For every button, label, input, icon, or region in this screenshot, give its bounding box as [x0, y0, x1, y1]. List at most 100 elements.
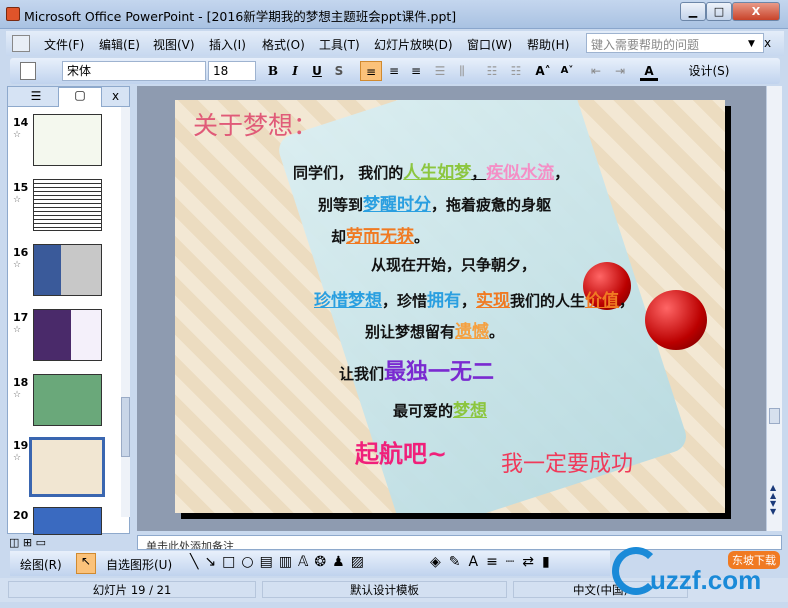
pane-tabs: ☰ ▢ x	[8, 87, 129, 107]
menu-slideshow[interactable]: 幻灯片放映(D)	[374, 36, 453, 53]
text-run: 从现在开始，只争朝夕，	[371, 256, 537, 274]
text-run: 疾似水流	[486, 163, 555, 183]
text-run: 我们的人生	[510, 292, 586, 310]
slide-title: 关于梦想：	[193, 111, 319, 140]
slide-thumb-15[interactable]: 15 ☆	[8, 179, 120, 241]
select-pointer-button[interactable]: ↖	[76, 553, 96, 574]
text-run: ，拖着疲惫的身躯	[431, 196, 552, 214]
menu-window[interactable]: 窗口(W)	[467, 36, 512, 53]
slide-text-line: 从现在开始，只争朝夕，	[371, 254, 536, 275]
close-button[interactable]: X	[732, 2, 780, 21]
draw-menu-button[interactable]: 绘图(R)	[20, 556, 62, 573]
decrease-indent-icon[interactable]: ⇤	[586, 61, 606, 81]
help-search-input[interactable]: 键入需要帮助的问题	[586, 33, 764, 53]
text-run: ，	[619, 292, 635, 310]
slide-text-line: 却劳而无获。	[331, 222, 429, 247]
slide-thumb-17[interactable]: 17 ☆	[8, 309, 120, 371]
text-run: ，珍惜	[382, 292, 428, 310]
text-run: 别让梦想留有	[365, 323, 456, 341]
text-run: ，	[461, 292, 477, 310]
drawing-toolbar: 绘图(R) ↖ 自选图形(U) ╲↘□○▤▥𝔸❂♟▨ ◈✎A≡┈⇄▮	[10, 551, 610, 576]
minimize-button[interactable]: ▁	[680, 2, 706, 21]
slide-thumb-18[interactable]: 18 ☆	[8, 374, 120, 436]
slides-pane-scrollbar[interactable]	[121, 107, 130, 517]
close-document-button[interactable]: x	[764, 36, 771, 50]
menu-edit[interactable]: 编辑(E)	[99, 36, 140, 53]
slide-canvas[interactable]: 关于梦想： 同学们， 我们的人生如梦，疾似水流， 别等到梦醒时分，拖着疲惫的身躯却…	[175, 100, 725, 513]
autoshapes-button[interactable]: 自选图形(U)	[106, 556, 172, 573]
text-run: 梦想	[453, 401, 488, 421]
text-run: 拥有	[427, 291, 462, 311]
design-button[interactable]: 设计(S)	[678, 61, 740, 81]
shadow-button[interactable]: S	[330, 61, 348, 81]
pane-close-button[interactable]: x	[112, 89, 119, 103]
menu-format[interactable]: 格式(O)	[262, 36, 305, 53]
title-bar: Microsoft Office PowerPoint - [2016新学期我的…	[0, 0, 788, 29]
menu-insert[interactable]: 插入(I)	[209, 36, 246, 53]
design-template: 默认设计模板	[262, 581, 507, 598]
font-select[interactable]: 宋体	[62, 61, 206, 81]
slide-text-line: 让我们最独一无二	[339, 354, 494, 386]
align-center-button[interactable]: ≡	[384, 61, 404, 81]
animation-star-icon: ☆	[13, 453, 22, 463]
tab-outline[interactable]: ☰	[16, 89, 56, 103]
text-run: 。	[489, 323, 505, 341]
text-run: 梦醒时分	[363, 195, 432, 215]
menu-tools[interactable]: 工具(T)	[319, 36, 360, 53]
new-document-icon[interactable]	[20, 62, 36, 80]
prev-next-slide-buttons[interactable]: ▲ ▲ ▼ ▼	[770, 484, 776, 516]
text-run: 劳而无获	[346, 227, 415, 247]
animation-star-icon: ☆	[13, 195, 22, 205]
grow-font-button[interactable]: A˄	[532, 61, 554, 81]
help-dropdown-icon[interactable]: ▼	[748, 39, 755, 49]
animation-star-icon: ☆	[13, 390, 22, 400]
bold-button[interactable]: B	[264, 61, 282, 81]
menu-view[interactable]: 视图(V)	[153, 36, 195, 53]
slide-thumb-14[interactable]: 14 ☆	[8, 114, 120, 176]
text-run: 同学们， 我们的	[293, 164, 404, 182]
text-run: 遗憾	[455, 322, 490, 342]
tab-slides[interactable]: ▢	[58, 87, 102, 107]
menu-help[interactable]: 帮助(H)	[527, 36, 569, 53]
uzzf-watermark-logo: uzzf.com 东坡下载	[610, 545, 785, 597]
align-left-button[interactable]: ≡	[360, 61, 382, 81]
text-run: 。	[414, 228, 430, 246]
distribute-icon[interactable]: ☰	[430, 61, 450, 81]
text-run: ，	[554, 164, 570, 182]
text-run: ，	[471, 164, 487, 182]
slide-scrollbar[interactable]: ▲ ▲ ▼ ▼	[766, 86, 782, 531]
italic-button[interactable]: I	[286, 61, 304, 81]
maximize-button[interactable]: □	[706, 2, 732, 21]
slide-text-line: 珍惜梦想，珍惜拥有，实现我们的人生价值，	[314, 286, 634, 311]
text-run: 最独一无二	[384, 360, 495, 385]
menu-file[interactable]: 文件(F)	[44, 36, 84, 53]
shrink-font-button[interactable]: A˅	[556, 61, 578, 81]
underline-button[interactable]: U	[308, 61, 326, 81]
document-icon[interactable]	[12, 35, 30, 52]
text-run: 让我们	[339, 365, 385, 383]
slides-pane: ☰ ▢ x 14 ☆ 15 ☆ 16 ☆ 17 ☆ 18 ☆ 19 ☆ 20	[7, 86, 130, 535]
animation-star-icon: ☆	[13, 260, 22, 270]
slide-text-line: 同学们， 我们的人生如梦，疾似水流，	[293, 158, 569, 183]
view-buttons[interactable]: ◫ ⊞ ▭	[9, 536, 46, 549]
font-color-button[interactable]: A	[640, 61, 658, 81]
bullets-icon[interactable]: ☷	[506, 61, 526, 81]
text-run: 实现	[476, 291, 511, 311]
formatting-toolbar: 宋体 18 B I U S ≡ ≡ ≡ ☰ ⫼ ☷ ☷ A˄ A˅ ⇤ ⇥ A …	[10, 58, 780, 84]
slide-thumb-19-selected[interactable]: 19 ☆	[8, 437, 120, 499]
shape-tools[interactable]: ╲↘□○▤▥𝔸❂♟▨	[190, 554, 370, 570]
increase-indent-icon[interactable]: ⇥	[610, 61, 630, 81]
slide-thumb-16[interactable]: 16 ☆	[8, 244, 120, 306]
text-run: 却	[331, 228, 347, 246]
powerpoint-app-icon[interactable]	[6, 7, 20, 21]
slide-counter: 幻灯片 19 / 21	[8, 581, 256, 598]
numbering-icon[interactable]: ☷	[482, 61, 502, 81]
vertical-text-icon[interactable]: ⫼	[452, 61, 472, 81]
menu-bar: 文件(F) 编辑(E) 视图(V) 插入(I) 格式(O) 工具(T) 幻灯片放…	[6, 31, 784, 56]
window-title: Microsoft Office PowerPoint - [2016新学期我的…	[24, 9, 457, 24]
color-tools[interactable]: ◈✎A≡┈⇄▮	[430, 554, 558, 570]
success-text: 我一定要成功	[501, 452, 634, 477]
sail-text: 起航吧~	[355, 440, 448, 468]
align-right-button[interactable]: ≡	[406, 61, 426, 81]
font-size-select[interactable]: 18	[208, 61, 256, 81]
